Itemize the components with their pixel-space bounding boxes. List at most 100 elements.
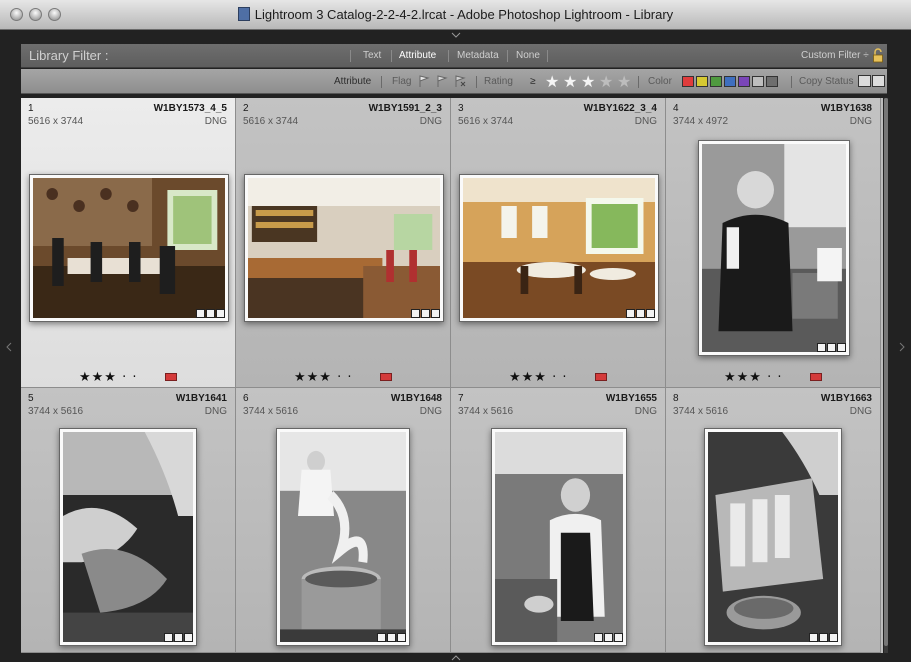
metadata-badge-icon[interactable] — [164, 633, 173, 642]
custom-filter-dropdown[interactable]: Custom Filter ÷ — [801, 50, 869, 61]
photo-thumbnail[interactable] — [276, 428, 410, 646]
filter-tab-none[interactable]: None — [516, 50, 540, 61]
crop-badge-icon[interactable] — [216, 309, 225, 318]
photo-format: DNG — [419, 116, 442, 127]
crop-badge-icon[interactable] — [614, 633, 623, 642]
color-swatch-6[interactable] — [752, 76, 764, 87]
thumbnail-badges — [164, 633, 193, 642]
photo-filename: W1BY1573_4_5 — [153, 103, 227, 114]
metadata-badge-icon[interactable] — [809, 633, 818, 642]
develop-edit-badge-icon[interactable] — [174, 633, 183, 642]
rating-star-4-icon[interactable]: ★ — [599, 72, 613, 91]
thumbnail-badges — [809, 633, 838, 642]
photo-thumbnail[interactable] — [59, 428, 197, 646]
photo-cell[interactable]: 8 W1BY1663 3744 x 5616 DNG — [666, 388, 881, 653]
left-panel-toggle-icon[interactable] — [6, 342, 12, 352]
flag-label: Flag — [392, 76, 412, 87]
photo-thumbnail[interactable] — [698, 140, 850, 356]
right-panel-toggle-icon[interactable] — [899, 342, 905, 352]
metadata-badge-icon[interactable] — [626, 309, 635, 318]
lock-icon[interactable] — [872, 48, 884, 63]
filter-tab-attribute[interactable]: Attribute — [399, 50, 436, 61]
thumbnail-badges — [626, 309, 655, 318]
color-swatch-4[interactable] — [724, 76, 736, 87]
color-label-red[interactable] — [380, 373, 392, 381]
reject-flag-icon[interactable] — [453, 74, 467, 88]
photo-filename: W1BY1663 — [820, 393, 872, 404]
photo-format: DNG — [204, 406, 227, 417]
photo-cell[interactable]: 5 W1BY1641 3744 x 5616 DNG — [21, 388, 236, 653]
photo-thumbnail[interactable] — [244, 174, 444, 322]
rating-star-2-icon[interactable]: ★ — [563, 72, 577, 91]
photo-filename: W1BY1655 — [605, 393, 657, 404]
color-swatch-5[interactable] — [738, 76, 750, 87]
photo-dimensions: 5616 x 3744 — [28, 116, 84, 127]
crop-badge-icon[interactable] — [837, 343, 846, 352]
color-label-red[interactable] — [595, 373, 607, 381]
metadata-badge-icon[interactable] — [817, 343, 826, 352]
develop-edit-badge-icon[interactable] — [421, 309, 430, 318]
color-swatch-7[interactable] — [766, 76, 778, 87]
color-label-red[interactable] — [810, 373, 822, 381]
filter-tab-text[interactable]: Text — [363, 50, 381, 61]
develop-edit-badge-icon[interactable] — [387, 633, 396, 642]
crop-badge-icon[interactable] — [184, 633, 193, 642]
photo-star-rating[interactable]: ★★★ · · — [294, 370, 353, 385]
rating-star-3-icon[interactable]: ★ — [581, 72, 595, 91]
photo-image — [463, 178, 655, 318]
photo-dimensions: 5616 x 3744 — [458, 116, 514, 127]
rating-label: Rating — [484, 76, 513, 87]
photo-cell[interactable]: 1 W1BY1573_4_5 5616 x 3744 DNG ★★★ · · — [21, 98, 236, 388]
photo-star-rating[interactable]: ★★★ · · — [724, 370, 783, 385]
develop-edit-badge-icon[interactable] — [827, 343, 836, 352]
photo-thumbnail[interactable] — [459, 174, 659, 322]
rating-operator-dropdown[interactable]: ≥ — [530, 76, 536, 87]
virtual-copy-status-icon[interactable] — [858, 75, 871, 87]
unflagged-icon[interactable] — [435, 74, 449, 88]
develop-edit-badge-icon[interactable] — [206, 309, 215, 318]
photo-index: 3 — [458, 103, 464, 114]
photo-cell[interactable]: 4 W1BY1638 3744 x 4972 DNG ★★★ · · — [666, 98, 881, 388]
crop-badge-icon[interactable] — [431, 309, 440, 318]
color-label-red[interactable] — [165, 373, 177, 381]
crop-badge-icon[interactable] — [829, 633, 838, 642]
color-swatch-3[interactable] — [710, 76, 722, 87]
develop-edit-badge-icon[interactable] — [636, 309, 645, 318]
photo-cell[interactable]: 3 W1BY1622_3_4 5616 x 3744 DNG ★★★ · · — [451, 98, 666, 388]
photo-filename: W1BY1591_2_3 — [368, 103, 442, 114]
bottom-panel-toggle-icon[interactable] — [451, 655, 461, 661]
master-photo-status-icon[interactable] — [872, 75, 885, 87]
metadata-badge-icon[interactable] — [411, 309, 420, 318]
photo-thumbnail[interactable] — [29, 174, 229, 322]
photo-cell[interactable]: 7 W1BY1655 3744 x 5616 DNG — [451, 388, 666, 653]
metadata-badge-icon[interactable] — [196, 309, 205, 318]
crop-badge-icon[interactable] — [646, 309, 655, 318]
crop-badge-icon[interactable] — [397, 633, 406, 642]
develop-edit-badge-icon[interactable] — [819, 633, 828, 642]
library-filter-bar: Library Filter : Text Attribute Metadata… — [21, 44, 887, 68]
photo-thumbnail[interactable] — [491, 428, 627, 646]
color-swatch-1[interactable] — [682, 76, 694, 87]
develop-edit-badge-icon[interactable] — [604, 633, 613, 642]
photo-filename: W1BY1648 — [390, 393, 442, 404]
filter-separator — [547, 50, 548, 62]
photo-format: DNG — [634, 116, 657, 127]
rating-star-5-icon[interactable]: ★ — [617, 72, 631, 91]
thumbnail-badges — [196, 309, 225, 318]
photo-cell[interactable]: 2 W1BY1591_2_3 5616 x 3744 DNG ★★★ · · — [236, 98, 451, 388]
pick-flag-icon[interactable] — [417, 74, 431, 88]
metadata-badge-icon[interactable] — [377, 633, 386, 642]
photo-cell[interactable]: 6 W1BY1648 3744 x 5616 DNG — [236, 388, 451, 653]
photo-image — [495, 432, 623, 642]
rating-star-1-icon[interactable]: ★ — [545, 72, 559, 91]
photo-thumbnail[interactable] — [704, 428, 842, 646]
grid-scrollbar-thumb[interactable] — [884, 98, 888, 646]
filter-tab-metadata[interactable]: Metadata — [457, 50, 499, 61]
metadata-badge-icon[interactable] — [594, 633, 603, 642]
photo-star-rating[interactable]: ★★★ · · — [79, 370, 138, 385]
photo-format: DNG — [204, 116, 227, 127]
top-panel-toggle-icon[interactable] — [451, 32, 461, 38]
photo-format: DNG — [634, 406, 657, 417]
color-swatch-2[interactable] — [696, 76, 708, 87]
photo-star-rating[interactable]: ★★★ · · — [509, 370, 568, 385]
